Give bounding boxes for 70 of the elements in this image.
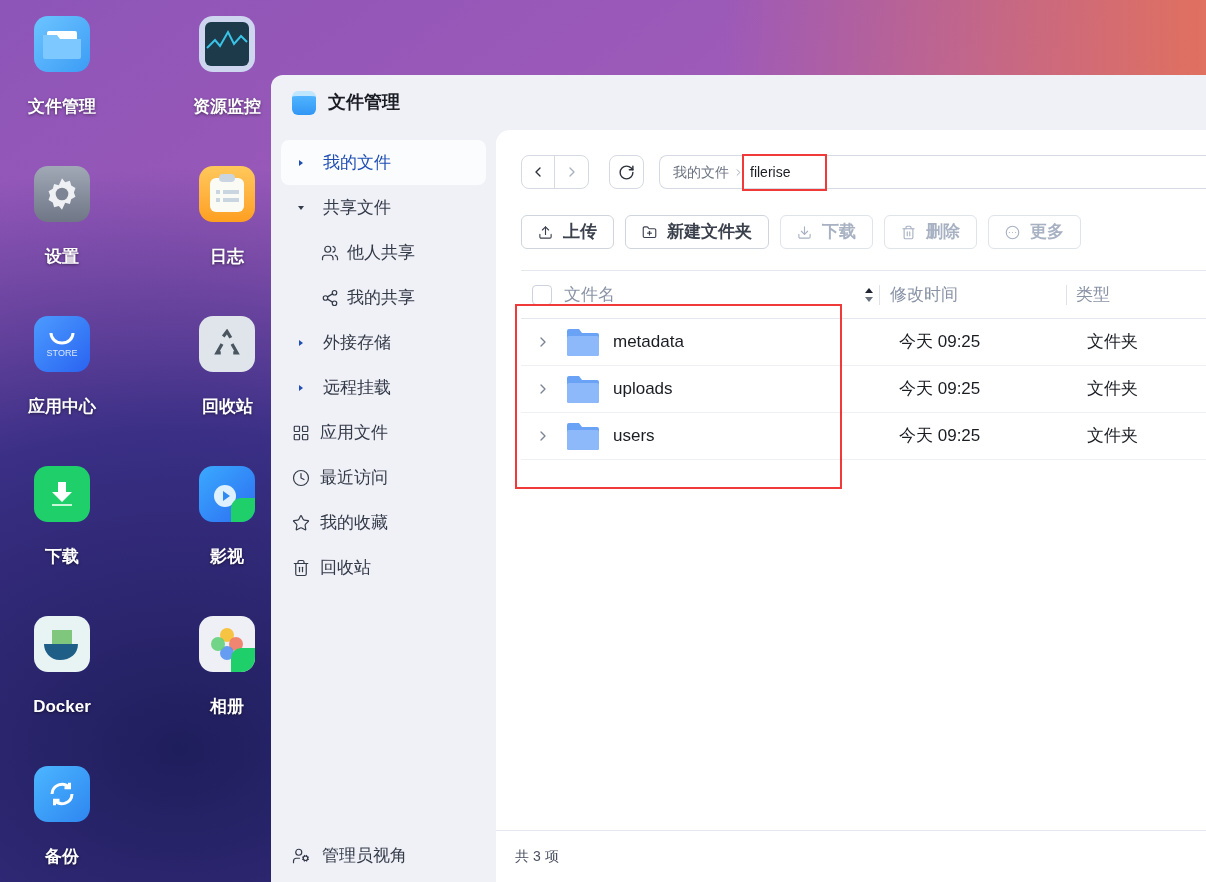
file-type: 文件夹 xyxy=(1087,425,1138,448)
file-type: 文件夹 xyxy=(1087,331,1138,354)
sidebar-item[interactable]: 我的收藏 xyxy=(281,500,486,545)
app-label[interactable]: 设置 xyxy=(45,244,79,270)
refresh-button[interactable] xyxy=(609,155,644,189)
caret-icon xyxy=(297,338,305,347)
admin-view-link[interactable]: 管理员视角 xyxy=(281,830,486,882)
clipboard-icon xyxy=(199,166,255,222)
modified-time: 今天 09:25 xyxy=(899,378,982,401)
trash-icon xyxy=(292,558,310,577)
app-label[interactable]: 应用中心 xyxy=(28,394,96,420)
file-name: users xyxy=(613,425,656,448)
sidebar-item[interactable]: 共享文件 xyxy=(281,185,486,230)
sidebar-item[interactable]: 回收站 xyxy=(281,545,486,590)
trash-icon xyxy=(901,224,916,240)
modified-time: 今天 09:25 xyxy=(899,425,982,448)
sidebar-item[interactable]: 最近访问 xyxy=(281,455,486,500)
item-count: 共 3 项 xyxy=(515,847,559,866)
app-label[interactable]: Docker xyxy=(33,694,91,720)
app-label[interactable]: 日志 xyxy=(210,244,244,270)
app-label[interactable]: 下载 xyxy=(45,544,79,570)
user-icon xyxy=(292,847,310,865)
upload-icon xyxy=(538,224,553,240)
app-label[interactable]: 相册 xyxy=(210,694,244,720)
more-icon xyxy=(1005,224,1020,240)
app-label[interactable]: 回收站 xyxy=(201,394,253,420)
video-icon xyxy=(199,466,255,522)
sidebar-item[interactable]: 外接存储 xyxy=(281,320,486,365)
download-icon xyxy=(34,466,90,522)
app-label[interactable]: 文件管理 xyxy=(28,94,96,120)
star-icon xyxy=(292,513,310,532)
sidebar-item[interactable]: 我的共享 xyxy=(281,275,486,320)
caret-icon xyxy=(297,383,305,392)
download-icon xyxy=(797,224,812,240)
path-bar[interactable]: 我的文件 filerise xyxy=(659,155,1206,189)
sidebar-item[interactable]: 他人共享 xyxy=(281,230,486,275)
flower-icon xyxy=(199,616,255,672)
users-icon xyxy=(321,243,339,262)
store-icon: STORE xyxy=(34,316,90,372)
refresh-icon xyxy=(618,163,635,181)
app-label[interactable]: 资源监控 xyxy=(193,94,261,120)
breadcrumb-item[interactable]: filerise xyxy=(750,161,791,183)
sidebar-item[interactable]: 远程挂载 xyxy=(281,365,486,410)
modified-time: 今天 09:25 xyxy=(899,331,982,354)
breadcrumb-item[interactable]: 我的文件 xyxy=(673,161,729,183)
toolbar-button[interactable]: 上传 xyxy=(521,215,614,249)
caret-icon xyxy=(297,158,305,167)
file-name: uploads xyxy=(613,378,674,401)
clock-icon xyxy=(292,468,310,487)
sidebar-item[interactable]: 应用文件 xyxy=(281,410,486,455)
sync-icon xyxy=(34,766,90,822)
toolbar-button[interactable]: 新建文件夹 xyxy=(625,215,769,249)
app-label[interactable]: 影视 xyxy=(210,544,244,570)
gear-icon xyxy=(34,166,90,222)
file-row[interactable]: uploads 今天 09:25 文件夹 xyxy=(521,366,1206,413)
file-row[interactable]: users 今天 09:25 文件夹 xyxy=(521,413,1206,460)
file-row[interactable]: metadata 今天 09:25 文件夹 xyxy=(521,319,1206,366)
sidebar-item[interactable]: 我的文件 xyxy=(281,140,486,185)
grid-icon xyxy=(292,423,310,442)
share-icon xyxy=(321,288,339,307)
caret-icon xyxy=(297,203,305,212)
chart-icon xyxy=(199,16,255,72)
sort-icon[interactable] xyxy=(864,286,874,303)
app-label[interactable]: 备份 xyxy=(45,844,79,870)
folder-plus-icon xyxy=(642,224,657,240)
select-all-checkbox[interactable] xyxy=(532,284,552,305)
file-name: metadata xyxy=(613,331,685,354)
window-title: 文件管理 xyxy=(328,91,400,114)
file-type: 文件夹 xyxy=(1087,378,1138,401)
whale-icon xyxy=(34,616,90,672)
